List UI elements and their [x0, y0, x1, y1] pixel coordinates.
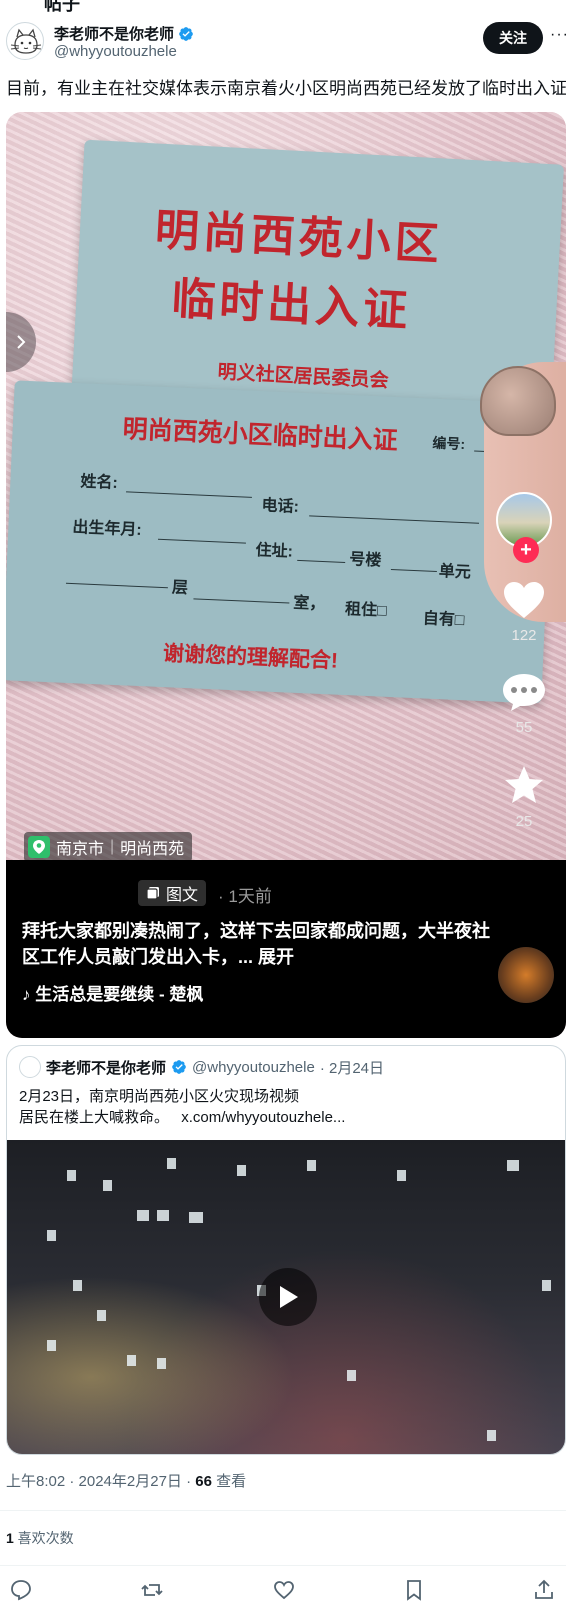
- more-options-icon[interactable]: ···: [550, 26, 566, 44]
- quoted-display-name: 李老师不是你老师: [46, 1059, 167, 1077]
- own-label: 自有□: [422, 610, 465, 630]
- tweet-text: 目前，有业主在社交媒体表示南京着火小区明尚西苑已经发放了临时出入证: [6, 79, 566, 98]
- tweet-timestamp[interactable]: 上午8:02 · 2024年2月27日 ·: [6, 1473, 195, 1490]
- card-thanks: 谢谢您的理解配合!: [162, 642, 339, 673]
- quoted-video[interactable]: [7, 1140, 565, 1454]
- card-title-line1: 明尚西苑小区: [153, 205, 444, 270]
- reply-icon[interactable]: [9, 1578, 33, 1602]
- time-ago: · 1天前: [218, 887, 272, 906]
- likes-label: 喜欢次数: [13, 1530, 74, 1546]
- quoted-link[interactable]: x.com/whyyoutouzhele...: [181, 1109, 345, 1126]
- retweet-icon[interactable]: [140, 1578, 164, 1602]
- author-display-name[interactable]: 李老师不是你老师: [54, 23, 174, 44]
- video-caption[interactable]: 拜托大家都别凑热闹了，这样下去回家都成问题，大半夜社区工作人员敲门发出入卡，..…: [22, 918, 492, 970]
- likes-count: 1: [6, 1530, 14, 1546]
- location-badge[interactable]: 南京市 | 明尚西苑: [24, 832, 193, 862]
- card-title-line2: 临时出入证: [170, 274, 413, 336]
- action-bar: [0, 1578, 566, 1602]
- tweet-meta: 上午8:02 · 2024年2月27日 · 66 查看: [6, 1470, 246, 1491]
- view-count: 66: [195, 1473, 212, 1490]
- comment-icon: [503, 674, 545, 711]
- location-pin-icon: [28, 836, 50, 858]
- music-disc-icon[interactable]: [498, 947, 554, 1003]
- quoted-tweet[interactable]: 李老师不是你老师 @whyyoutouzhele · 2月24日 2月23日，南…: [6, 1045, 566, 1455]
- location-separator: |: [110, 838, 115, 855]
- front-card-title: 明尚西苑小区临时出入证: [122, 415, 399, 456]
- fingernail: [480, 366, 556, 436]
- quoted-text-line1: 2月23日，南京明尚西苑小区火灾现场视频: [19, 1088, 300, 1105]
- verified-badge-icon: [172, 1060, 186, 1074]
- gallery-icon: [146, 887, 159, 900]
- quoted-date: · 2月24日: [319, 1059, 385, 1077]
- unit-label: 单元: [438, 563, 472, 582]
- room-label: 室，: [292, 594, 326, 614]
- address-label: 住址:: [255, 542, 294, 561]
- floor-label: 层: [171, 579, 189, 598]
- likes-row[interactable]: 1 喜欢次数: [6, 1528, 74, 1548]
- location-place: 明尚西苑: [120, 841, 185, 858]
- card-committee: 明义社区居民委员会: [217, 361, 390, 392]
- birth-label: 出生年月:: [72, 519, 143, 540]
- favorite-action[interactable]: 25: [494, 764, 554, 830]
- avatar[interactable]: [6, 22, 44, 60]
- follow-button[interactable]: 关注: [483, 22, 543, 54]
- follow-plus-icon[interactable]: +: [513, 537, 539, 563]
- rent-label: 租住□: [344, 601, 388, 620]
- divider: [0, 1510, 566, 1511]
- heart-icon: [504, 582, 544, 618]
- comment-action[interactable]: 55: [494, 672, 554, 736]
- favorite-count: 25: [515, 813, 533, 830]
- like-icon[interactable]: [272, 1578, 296, 1602]
- divider: [0, 1565, 566, 1566]
- name-label: 姓名:: [80, 473, 119, 492]
- page-title-fragment: 帖子: [44, 0, 80, 14]
- building-label: 号楼: [348, 551, 382, 570]
- view-label: 查看: [211, 1473, 247, 1490]
- quoted-text-line2: 居民在楼上大喊救命。: [19, 1109, 170, 1126]
- share-icon[interactable]: [532, 1578, 556, 1602]
- author-handle[interactable]: @whyyoutouzhele: [54, 43, 177, 60]
- play-icon: [280, 1286, 298, 1308]
- video-caption-panel: 图文 · 1天前 拜托大家都别凑热闹了，这样下去回家都成问题，大半夜社区工作人员…: [6, 860, 566, 1038]
- quoted-text: 2月23日，南京明尚西苑小区火灾现场视频 居民在楼上大喊救命。 x.com/wh…: [19, 1086, 345, 1128]
- verified-badge-icon: [179, 26, 193, 41]
- like-count: 122: [511, 627, 537, 644]
- chevron-right-icon: [17, 335, 26, 349]
- quoted-handle: @whyyoutouzhele: [192, 1058, 315, 1076]
- like-action[interactable]: 122: [494, 580, 554, 644]
- tweet-header: 李老师不是你老师 @whyyoutouzhele 关注 ···: [0, 18, 566, 64]
- location-city: 南京市: [56, 841, 105, 858]
- permit-card-front: 明尚西苑小区临时出入证 编号: 姓名: 电话: 出生年月: 住址: 号楼 单元 …: [6, 380, 555, 704]
- media-screenshot[interactable]: 明尚西苑小区 临时出入证 明义社区居民委员会 明尚西苑小区临时出入证 编号: 姓…: [6, 112, 566, 1038]
- comment-count: 55: [515, 719, 533, 736]
- card-number-label: 编号:: [432, 434, 466, 453]
- music-credit[interactable]: ♪ 生活总是要继续 - 楚枫: [22, 980, 203, 1005]
- quoted-tweet-header: 李老师不是你老师 @whyyoutouzhele · 2月24日: [19, 1056, 384, 1078]
- type-label: 图文: [166, 887, 199, 904]
- star-icon: [505, 766, 543, 803]
- type-badge: 图文: [138, 880, 207, 906]
- quoted-avatar: [19, 1056, 41, 1078]
- bookmark-icon[interactable]: [402, 1578, 426, 1602]
- author-name-row: 李老师不是你老师: [54, 23, 194, 44]
- phone-label: 电话:: [261, 497, 300, 516]
- play-button[interactable]: [259, 1268, 317, 1326]
